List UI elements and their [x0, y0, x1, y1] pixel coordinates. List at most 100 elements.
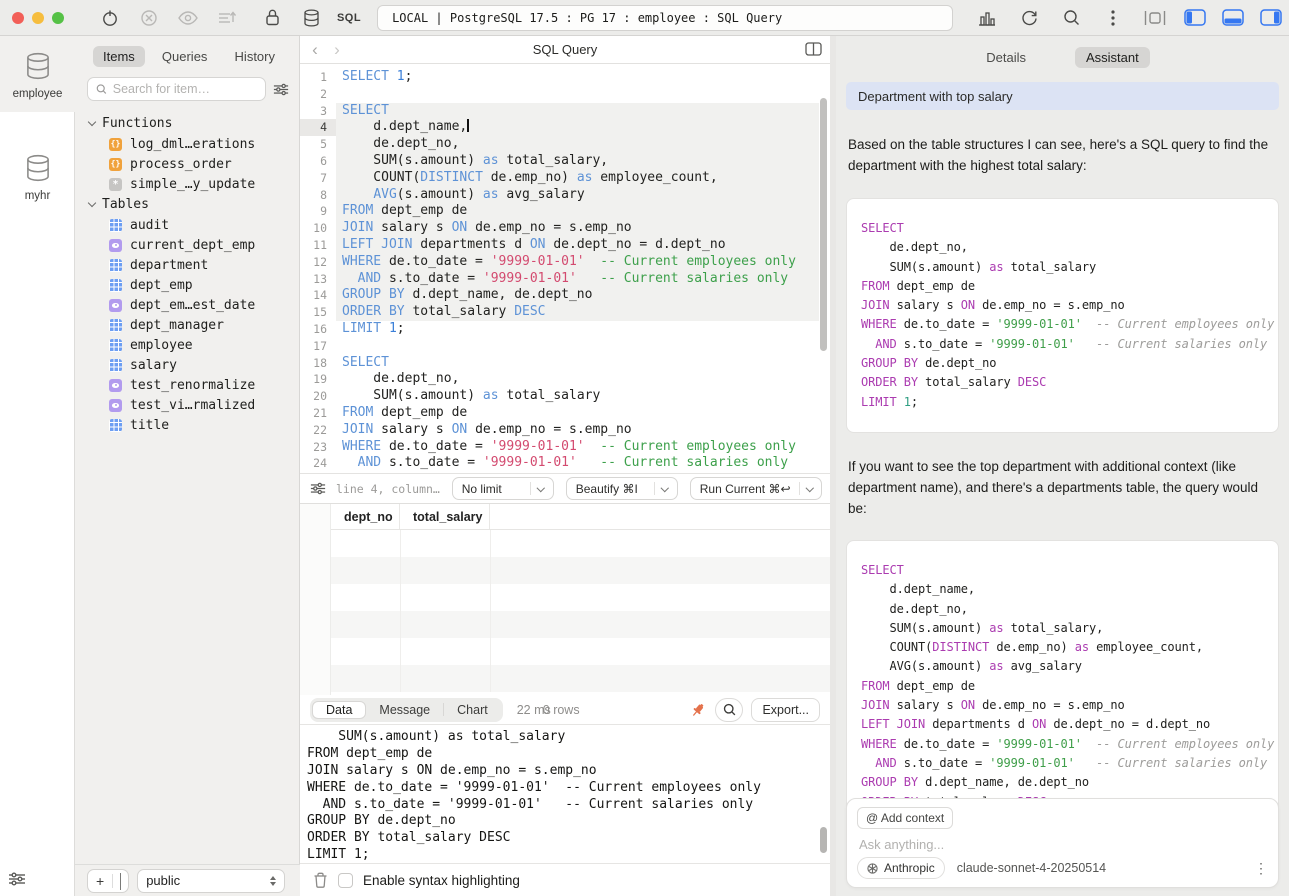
table-row[interactable] — [331, 530, 830, 557]
table-row[interactable] — [331, 611, 830, 638]
toggle-right-panel-button[interactable] — [1253, 5, 1289, 31]
code-token: avg_salary — [1004, 659, 1082, 673]
table-row[interactable] — [331, 638, 830, 665]
zoom-window-button[interactable] — [52, 12, 64, 24]
item-search-box[interactable] — [87, 77, 266, 101]
connection-myhr[interactable]: myhr — [0, 138, 75, 214]
right-panel-tabs: Details Assistant — [836, 36, 1289, 68]
search-icon[interactable] — [1051, 6, 1091, 30]
code-token: COUNT( — [861, 640, 932, 654]
line-number: 2 — [300, 86, 336, 103]
code-token: as — [483, 187, 499, 202]
tree-item-dept-emp[interactable]: dept_emp — [75, 275, 299, 295]
column-header-total-salary[interactable]: total_salary — [400, 504, 490, 529]
code-token: s.to_date = — [897, 337, 990, 351]
more-options-icon[interactable] — [1093, 6, 1133, 30]
tree-item-title[interactable]: title — [75, 415, 299, 435]
editor-line: LIMIT 1; — [336, 321, 819, 338]
editor-scrollbar[interactable] — [820, 98, 827, 351]
tree-item-salary[interactable]: salary — [75, 355, 299, 375]
message-panel[interactable]: SUM(s.amount) as total_salaryFROM dept_e… — [300, 724, 830, 863]
tab-details[interactable]: Details — [975, 47, 1037, 68]
tree-section-functions[interactable]: Functions — [75, 113, 299, 134]
query-stats: 22 ms 0 rows — [517, 703, 580, 717]
code-token: ORDER BY — [342, 304, 405, 319]
close-window-button[interactable] — [12, 12, 24, 24]
limit-dropdown[interactable]: No limit — [452, 477, 554, 500]
tree-item-process-order[interactable]: process_order — [75, 154, 299, 174]
search-input[interactable] — [113, 82, 257, 96]
tree-item-dept-manager[interactable]: dept_manager — [75, 315, 299, 335]
beautify-dropdown[interactable]: Beautify ⌘I — [566, 477, 678, 500]
search-results-button[interactable] — [715, 698, 743, 722]
tree-item-dept-em-est-date[interactable]: dept_em…est_date — [75, 295, 299, 315]
tab-queries[interactable]: Queries — [152, 46, 218, 67]
code-token: GROUP BY — [861, 775, 918, 789]
tree-item-audit[interactable]: audit — [75, 215, 299, 235]
trash-icon[interactable] — [313, 872, 328, 888]
code-token: '9999-01-01' — [996, 737, 1082, 751]
sidebar-filter-icon[interactable] — [273, 83, 289, 96]
editor-settings-icon[interactable] — [310, 482, 326, 495]
connection-employee[interactable]: employee — [0, 36, 75, 112]
code-token: ON — [1032, 717, 1046, 731]
provider-select[interactable]: Anthropic — [857, 857, 945, 879]
ask-input[interactable]: Ask anything... — [859, 837, 944, 852]
message-scrollbar[interactable] — [820, 827, 827, 853]
code-token: SUM(s.amount) — [342, 388, 483, 403]
results-grid[interactable]: dept_no total_salary — [300, 503, 830, 695]
tree-item-simple-y-update[interactable]: simple_…y_update — [75, 174, 299, 194]
pin-icon[interactable] — [689, 701, 707, 719]
line-number: 6 — [300, 153, 336, 170]
tab-message[interactable]: Message — [366, 701, 443, 719]
model-name: claude-sonnet-4-20250514 — [957, 861, 1106, 875]
split-editor-icon[interactable] — [805, 42, 822, 56]
composer-more-icon[interactable]: ⋮ — [1254, 860, 1268, 877]
code-token: '9999-01-01' — [996, 317, 1082, 331]
tree-item-test-renormalize[interactable]: test_renormalize — [75, 375, 299, 395]
line-number: 24 — [300, 455, 336, 472]
toggle-bottom-panel-button[interactable] — [1215, 5, 1251, 31]
code-token: (s.amount) — [397, 187, 483, 202]
conversation-title-banner[interactable]: Department with top salary — [846, 82, 1279, 110]
tree-section-tables[interactable]: Tables — [75, 194, 299, 215]
export-button[interactable]: Export... — [751, 698, 820, 722]
run-current-button[interactable]: Run Current ⌘↩ — [690, 477, 822, 500]
column-divider — [490, 530, 491, 557]
chart-icon[interactable] — [967, 6, 1007, 30]
line-number: 12 — [300, 254, 336, 271]
tab-chart[interactable]: Chart — [444, 701, 501, 719]
tab-history[interactable]: History — [225, 46, 285, 67]
add-context-chip[interactable]: @ Add context — [857, 807, 953, 829]
add-item-button[interactable]: + — [87, 869, 129, 893]
tree-item-log-dml-erations[interactable]: log_dml…erations — [75, 134, 299, 154]
table-row[interactable] — [331, 584, 830, 611]
tab-data[interactable]: Data — [312, 701, 366, 719]
tree-item-department[interactable]: department — [75, 255, 299, 275]
database-icon[interactable] — [292, 6, 331, 30]
tree-item-employee[interactable]: employee — [75, 335, 299, 355]
syntax-highlighting-checkbox[interactable] — [338, 873, 353, 888]
app-window: SQL LOCAL | PostgreSQL 17.5 : PG 17 : em… — [0, 0, 1289, 896]
tree-item-current-dept-emp[interactable]: current_dept_emp — [75, 235, 299, 255]
table-row[interactable] — [331, 557, 830, 584]
code-token: s.to_date = — [897, 756, 990, 770]
tab-assistant[interactable]: Assistant — [1075, 47, 1150, 68]
toggle-left-panel-button[interactable] — [1177, 5, 1213, 31]
minimize-window-button[interactable] — [32, 12, 44, 24]
focus-layout-icon[interactable] — [1135, 6, 1175, 30]
refresh-icon[interactable] — [1009, 6, 1049, 30]
schema-select[interactable]: public — [137, 869, 285, 893]
code-token: JOIN — [861, 698, 890, 712]
tab-items[interactable]: Items — [93, 46, 145, 67]
connection-icon[interactable] — [90, 6, 129, 30]
editor-line: GROUP BY d.dept_name, de.dept_no — [336, 287, 819, 304]
rail-filter-icon[interactable] — [8, 872, 26, 886]
tree-item-test-vi-rmalized[interactable]: test_vi…rmalized — [75, 395, 299, 415]
lock-icon[interactable] — [253, 6, 292, 30]
column-header-dept-no[interactable]: dept_no — [331, 504, 400, 529]
text-cursor — [467, 119, 469, 132]
sql-editor[interactable]: 123456789101112131415161718192021222324 … — [300, 64, 830, 473]
table-row[interactable] — [331, 665, 830, 692]
assistant-code-block-1[interactable]: SELECT de.dept_no, SUM(s.amount) as tota… — [846, 198, 1279, 433]
